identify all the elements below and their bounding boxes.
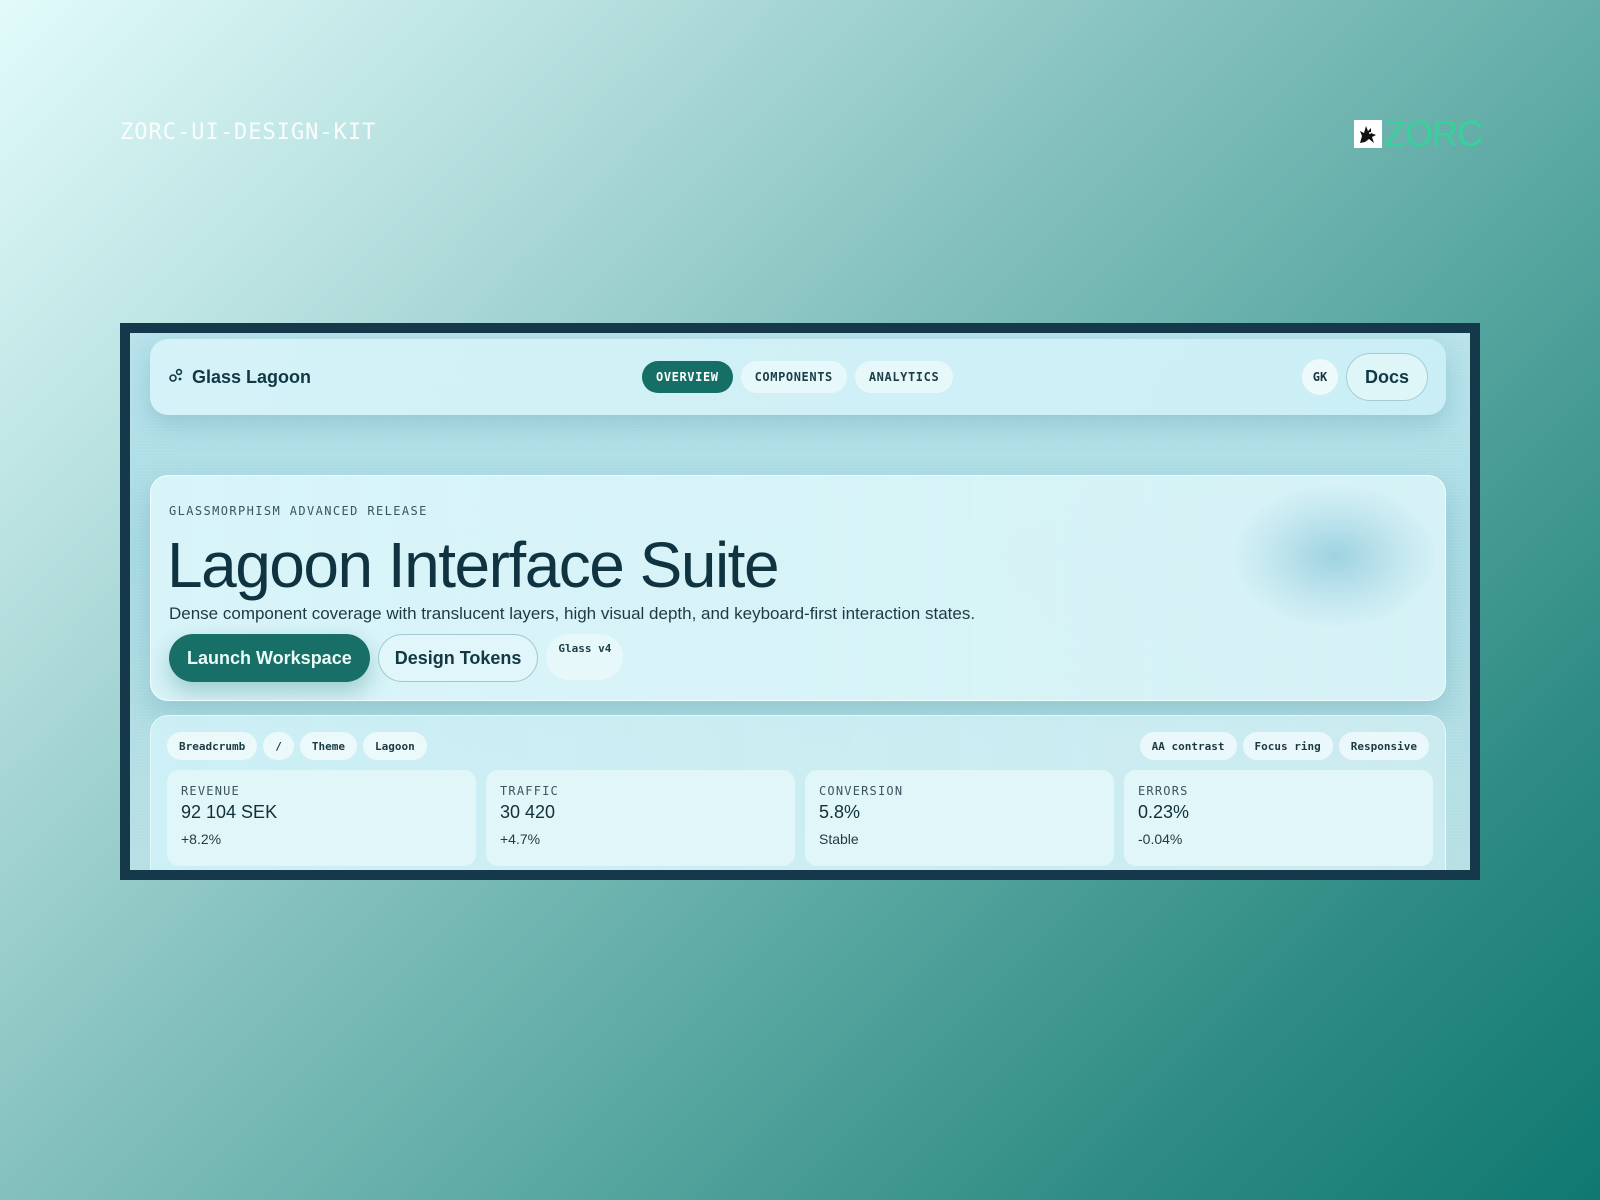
- hero-actions: Launch Workspace Design Tokens Glass v4: [169, 634, 624, 682]
- docs-button[interactable]: Docs: [1345, 353, 1428, 401]
- breadcrumb-theme[interactable]: Theme: [299, 732, 357, 760]
- stat-delta: +8.2%: [181, 831, 222, 847]
- launch-workspace-button[interactable]: Launch Workspace: [169, 634, 370, 682]
- kit-title: ZORC-UI-DESIGN-KIT: [120, 120, 377, 145]
- version-tag: Glass v4: [546, 634, 624, 680]
- tab-overview[interactable]: OVERVIEW: [642, 361, 733, 393]
- stat-delta: +4.7%: [500, 831, 541, 847]
- breadcrumb-separator: /: [263, 732, 294, 760]
- breadcrumb-current[interactable]: Lagoon: [362, 732, 427, 760]
- hero-card: GLASSMORPHISM ADVANCED RELEASE Lagoon In…: [150, 475, 1446, 701]
- feature-flags: AA contrast Focus ring Responsive: [1139, 732, 1429, 760]
- breadcrumb: Breadcrumb / Theme Lagoon: [167, 732, 427, 760]
- stat-value: 5.8%: [819, 802, 861, 822]
- flag-aa-contrast: AA contrast: [1139, 732, 1237, 760]
- flag-focus-ring: Focus ring: [1242, 732, 1333, 760]
- hero-eyebrow: GLASSMORPHISM ADVANCED RELEASE: [169, 504, 428, 518]
- hero-title: Lagoon Interface Suite: [167, 529, 780, 601]
- top-navbar: Glass Lagoon OVERVIEW COMPONENTS ANALYTI…: [150, 339, 1446, 415]
- tab-analytics[interactable]: ANALYTICS: [854, 361, 954, 393]
- stat-delta: Stable: [819, 831, 859, 847]
- stat-label: TRAFFIC: [500, 784, 559, 798]
- main-nav: OVERVIEW COMPONENTS ANALYTICS: [642, 361, 954, 393]
- app-logo[interactable]: Glass Lagoon: [168, 367, 311, 388]
- brand-logo: ZORC: [1354, 113, 1483, 154]
- stat-card-traffic: TRAFFIC 30 420 +4.7%: [486, 770, 795, 866]
- wolf-icon: [1354, 120, 1382, 148]
- stat-card-conversion: CONVERSION 5.8% Stable: [805, 770, 1114, 866]
- stat-value: 30 420: [500, 802, 556, 822]
- tab-components[interactable]: COMPONENTS: [740, 361, 847, 393]
- stat-label: REVENUE: [181, 784, 240, 798]
- preview-frame: Glass Lagoon OVERVIEW COMPONENTS ANALYTI…: [120, 323, 1480, 880]
- stat-delta: -0.04%: [1138, 831, 1183, 847]
- design-tokens-button[interactable]: Design Tokens: [377, 634, 539, 682]
- hero-subtitle: Dense component coverage with translucen…: [169, 604, 976, 623]
- stat-value: 0.23%: [1138, 802, 1190, 822]
- stat-value: 92 104 SEK: [181, 802, 278, 822]
- stat-card-revenue: REVENUE 92 104 SEK +8.2%: [167, 770, 476, 866]
- stat-label: ERRORS: [1138, 784, 1189, 798]
- decorative-blob: [1235, 486, 1435, 626]
- stats-row: REVENUE 92 104 SEK +8.2% TRAFFIC 30 420 …: [167, 770, 1433, 866]
- stat-card-errors: ERRORS 0.23% -0.04%: [1124, 770, 1433, 866]
- brand-wordmark: ZORC: [1384, 113, 1483, 154]
- app-screen: Glass Lagoon OVERVIEW COMPONENTS ANALYTI…: [130, 333, 1470, 870]
- avatar[interactable]: GK: [1301, 359, 1338, 395]
- breadcrumb-root[interactable]: Breadcrumb: [167, 732, 258, 760]
- stat-label: CONVERSION: [819, 784, 904, 798]
- app-name: Glass Lagoon: [192, 366, 312, 387]
- flag-responsive: Responsive: [1338, 732, 1429, 760]
- header-actions: GK Docs: [1301, 353, 1428, 401]
- nodes-icon: [168, 367, 184, 388]
- dashboard-panel: Breadcrumb / Theme Lagoon AA contrast Fo…: [150, 715, 1446, 870]
